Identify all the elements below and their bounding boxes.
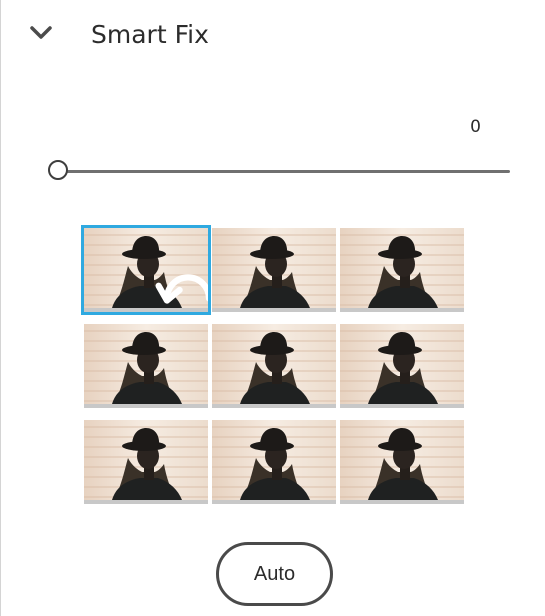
preset-thumbnail[interactable] <box>212 324 336 408</box>
panel-title: Smart Fix <box>91 20 209 49</box>
thumbnail-image <box>212 420 336 504</box>
slider-value: 0 <box>470 117 481 137</box>
thumbnail-image <box>340 420 464 504</box>
thumbnail-image <box>84 324 208 408</box>
preset-thumbnail[interactable] <box>84 420 208 504</box>
preset-thumbnail[interactable] <box>81 225 211 315</box>
preset-thumbnail[interactable] <box>212 420 336 504</box>
thumbnail-image <box>212 228 336 312</box>
thumbnail-image <box>84 420 208 504</box>
thumbnail-image <box>212 324 336 408</box>
preset-thumbnail[interactable] <box>84 324 208 408</box>
preset-thumbnail-grid <box>81 225 468 504</box>
preset-thumbnail[interactable] <box>340 420 464 504</box>
thumbnail-image <box>340 228 464 312</box>
preset-thumbnail[interactable] <box>212 228 336 312</box>
preset-thumbnail[interactable] <box>340 228 464 312</box>
slider-thumb[interactable] <box>48 160 68 180</box>
chevron-down-icon[interactable] <box>30 26 52 40</box>
panel-left-border <box>0 0 1 616</box>
reset-icon <box>155 274 208 304</box>
thumbnail-image <box>340 324 464 408</box>
slider-track[interactable] <box>60 170 510 173</box>
preset-thumbnail[interactable] <box>340 324 464 408</box>
auto-button[interactable]: Auto <box>216 542 333 606</box>
smart-fix-slider[interactable] <box>46 158 514 184</box>
panel-header[interactable]: Smart Fix <box>0 0 545 78</box>
